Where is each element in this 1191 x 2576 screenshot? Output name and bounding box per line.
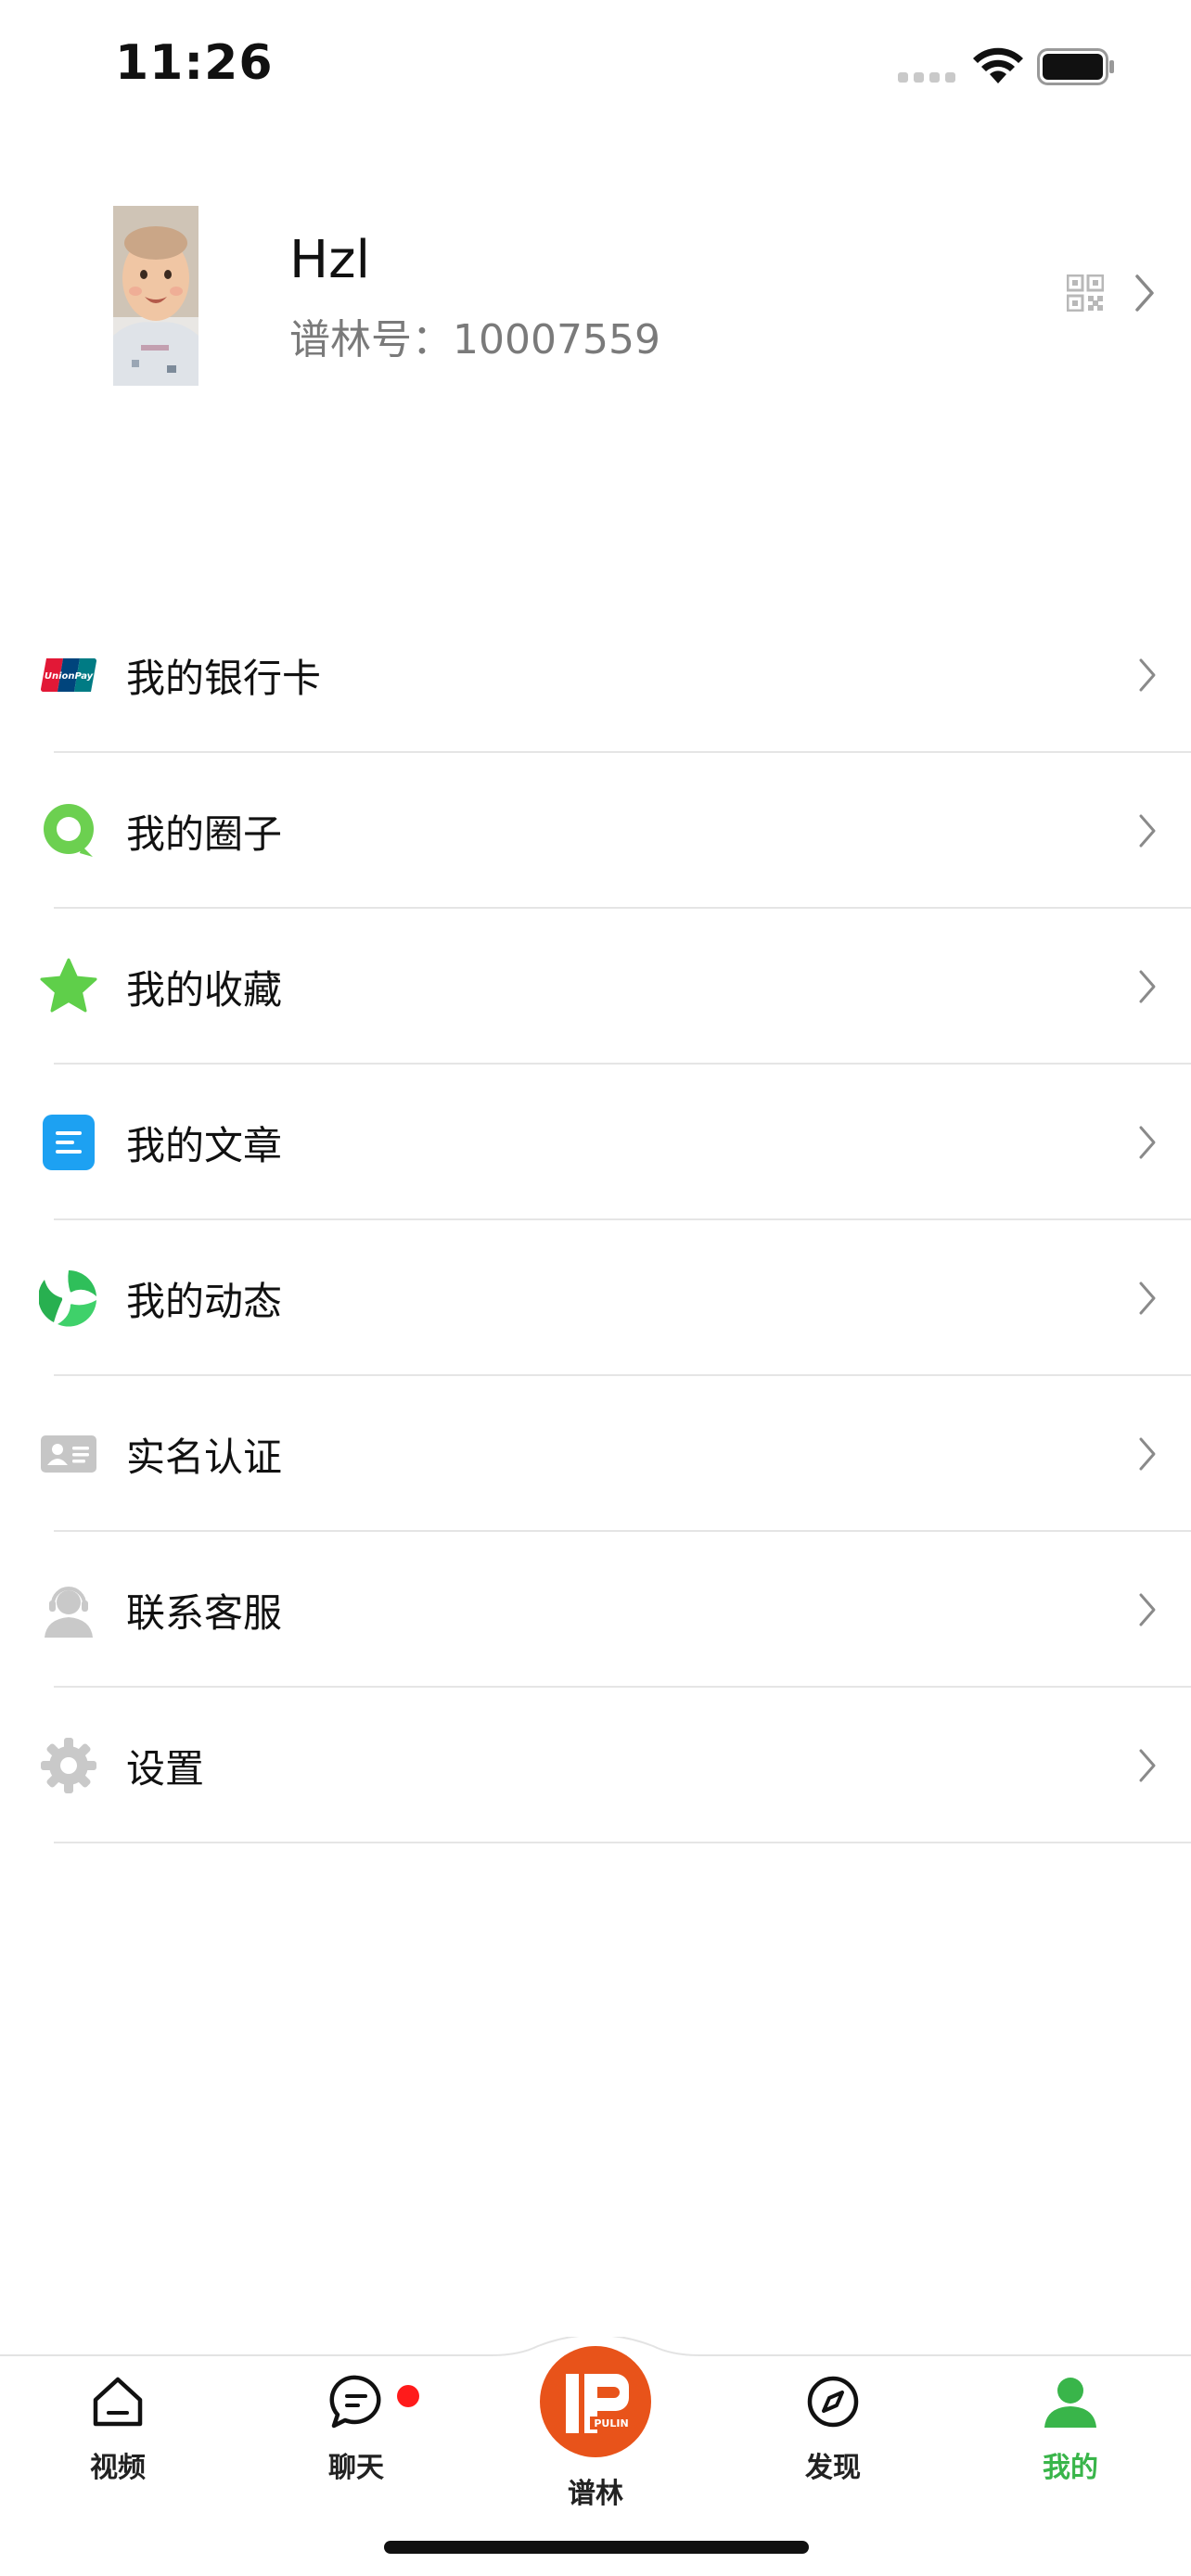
tab-mine[interactable]: 我的 [996, 2372, 1145, 2511]
customer-service-icon [45, 1587, 93, 1638]
menu-item-favorites[interactable]: 我的收藏 [0, 909, 1191, 1065]
tab-chat[interactable]: 聊天 [282, 2372, 430, 2511]
tab-label: 聊天 [328, 2452, 384, 2484]
menu-item-bank-card[interactable]: UnionPay 我的银行卡 [0, 597, 1191, 753]
star-icon [40, 958, 97, 1013]
status-time: 11:26 [115, 35, 274, 91]
tab-video[interactable]: 视频 [44, 2372, 192, 2511]
unread-badge [397, 2385, 419, 2407]
chevron-right-icon [1139, 658, 1156, 692]
cellular-signal-icon [898, 72, 955, 83]
menu-item-label: 我的圈子 [126, 811, 283, 857]
chevron-right-icon [1139, 1126, 1156, 1159]
svg-text:UnionPay: UnionPay [45, 671, 94, 682]
avatar[interactable] [113, 206, 198, 386]
menu-item-moments[interactable]: 我的动态 [0, 1220, 1191, 1376]
chevron-right-icon [1139, 970, 1156, 1003]
tab-label: 我的 [1043, 2452, 1098, 2484]
chevron-right-icon [1139, 1437, 1156, 1471]
tab-label: 谱林 [568, 2478, 623, 2510]
tab-label: 视频 [90, 2452, 146, 2484]
menu-item-label: 我的动态 [126, 1279, 283, 1324]
profile-id: 谱林号：10007559 [289, 306, 660, 365]
tab-pulin[interactable]: PULIN 谱林 [521, 2337, 670, 2513]
divider [54, 1842, 1191, 1843]
chevron-right-icon [1139, 1593, 1156, 1626]
menu-item-label: 我的银行卡 [126, 656, 322, 701]
chat-bubble-icon [329, 2375, 381, 2429]
wifi-icon [973, 47, 1023, 83]
battery-icon [1037, 48, 1114, 85]
video-home-icon [93, 2377, 143, 2427]
menu-item-settings[interactable]: 设置 [0, 1688, 1191, 1843]
menu-item-label: 实名认证 [126, 1435, 283, 1480]
chevron-right-icon [1139, 1282, 1156, 1315]
pulin-logo-icon: PULIN [540, 2346, 651, 2457]
menu-list: UnionPay 我的银行卡 我的圈子 我的收藏 我的文章 我的动态 实名认证 … [0, 597, 1191, 1843]
article-icon [43, 1115, 95, 1170]
user-icon [1044, 2378, 1096, 2428]
menu-item-articles[interactable]: 我的文章 [0, 1065, 1191, 1220]
menu-item-customer-service[interactable]: 联系客服 [0, 1532, 1191, 1688]
moments-icon [39, 1269, 96, 1327]
profile-name: Hzl [289, 230, 371, 290]
unionpay-card-icon: UnionPay [40, 658, 97, 692]
svg-text:PULIN: PULIN [594, 2417, 628, 2429]
tab-discover[interactable]: 发现 [759, 2372, 907, 2511]
menu-item-circles[interactable]: 我的圈子 [0, 753, 1191, 909]
compass-icon [807, 2376, 859, 2428]
menu-item-verification[interactable]: 实名认证 [0, 1376, 1191, 1532]
home-indicator [384, 2541, 809, 2554]
profile-id-value: 10007559 [453, 316, 660, 363]
menu-item-label: 我的收藏 [126, 967, 283, 1013]
circle-chat-icon [44, 804, 94, 857]
profile-id-label: 谱林号： [289, 316, 453, 363]
qr-code-icon[interactable] [1067, 274, 1104, 312]
tab-label: 发现 [805, 2452, 861, 2484]
status-bar: 11:26 [0, 0, 1191, 139]
menu-item-label: 设置 [126, 1746, 205, 1792]
menu-item-label: 我的文章 [126, 1123, 283, 1168]
chevron-right-icon [1139, 814, 1156, 848]
menu-item-label: 联系客服 [126, 1590, 283, 1636]
gear-icon [41, 1738, 96, 1793]
chevron-right-icon[interactable] [1133, 273, 1156, 313]
chevron-right-icon [1139, 1749, 1156, 1782]
id-card-icon [41, 1435, 96, 1473]
profile-header[interactable]: Hzl 谱林号：10007559 [0, 185, 1191, 408]
